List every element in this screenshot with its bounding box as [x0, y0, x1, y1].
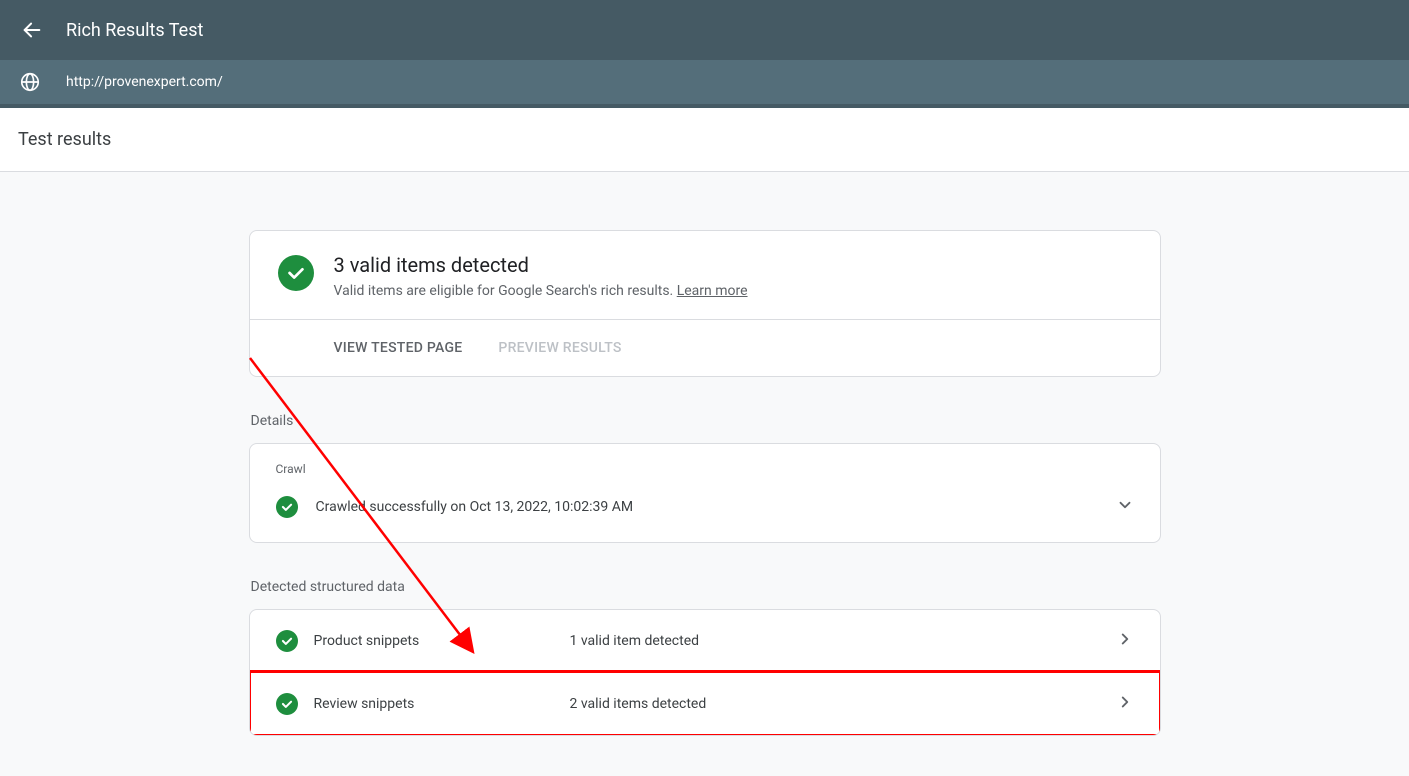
page-title: Rich Results Test [66, 20, 203, 41]
crawl-row[interactable]: Crawled successfully on Oct 13, 2022, 10… [276, 496, 1134, 518]
chevron-right-icon [1116, 630, 1134, 652]
tab-test-results[interactable]: Test results [18, 129, 111, 150]
section-details-label: Details [251, 413, 1161, 429]
list-item-review-snippets[interactable]: Review snippets 2 valid items detected [250, 672, 1160, 735]
section-structured-data-label: Detected structured data [251, 579, 1161, 595]
view-tested-page-button[interactable]: VIEW TESTED PAGE [278, 340, 463, 356]
top-bar: Rich Results Test [0, 0, 1409, 60]
item-status: 1 valid item detected [570, 633, 1100, 649]
globe-icon [18, 70, 42, 94]
summary-card: 3 valid items detected Valid items are e… [249, 230, 1161, 377]
learn-more-link[interactable]: Learn more [677, 283, 748, 299]
chevron-right-icon [1116, 693, 1134, 715]
check-circle-icon [276, 693, 298, 715]
list-item-product-snippets[interactable]: Product snippets 1 valid item detected [250, 610, 1160, 672]
preview-results-button: PREVIEW RESULTS [498, 340, 621, 356]
check-circle-icon [276, 496, 298, 518]
summary-subtitle-text: Valid items are eligible for Google Sear… [334, 283, 677, 299]
summary-title: 3 valid items detected [334, 253, 748, 277]
item-status: 2 valid items detected [570, 696, 1100, 712]
item-name: Product snippets [314, 633, 554, 649]
url-bar: http://provenexpert.com/ [0, 60, 1409, 108]
crawl-label: Crawl [276, 462, 1134, 476]
tested-url: http://provenexpert.com/ [66, 74, 223, 90]
crawl-card: Crawl Crawled successfully on Oct 13, 20… [249, 443, 1161, 543]
structured-data-list: Product snippets 1 valid item detected R… [249, 609, 1161, 736]
actions-row: VIEW TESTED PAGE PREVIEW RESULTS [250, 319, 1160, 376]
tabs-bar: Test results [0, 108, 1409, 172]
item-name: Review snippets [314, 696, 554, 712]
chevron-down-icon [1116, 496, 1134, 518]
check-circle-icon [278, 255, 314, 291]
content-area: 3 valid items detected Valid items are e… [0, 172, 1409, 776]
back-arrow-icon[interactable] [20, 18, 44, 42]
check-circle-icon [276, 630, 298, 652]
crawl-status-text: Crawled successfully on Oct 13, 2022, 10… [316, 499, 1098, 515]
summary-subtitle: Valid items are eligible for Google Sear… [334, 283, 748, 299]
